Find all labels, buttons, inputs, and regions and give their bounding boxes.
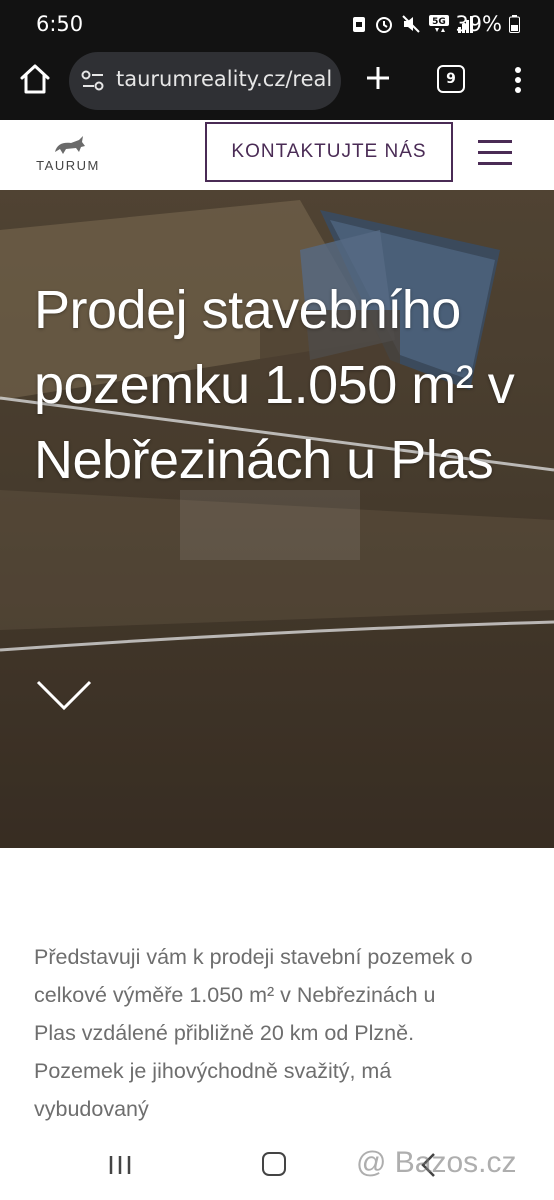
property-description: Představuji vám k prodeji stavební pozem… (34, 945, 473, 1121)
browser-toolbar: taurumreality.cz/real 9 (0, 48, 554, 120)
description-section: Představuji vám k prodeji stavební pozem… (0, 848, 554, 1138)
recent-apps-icon[interactable] (108, 1154, 132, 1176)
contact-us-button[interactable]: KONTAKTUJTE NÁS (205, 122, 453, 182)
mute-icon (402, 15, 420, 33)
notification-icon (353, 17, 365, 32)
tab-switcher-button[interactable]: 9 (437, 65, 465, 93)
status-time: 6:50 (36, 12, 84, 36)
hero-section: Prodej stavebního pozemku 1.050 m² v Neb… (0, 190, 554, 848)
battery-icon (509, 15, 520, 33)
alarm-icon (376, 17, 392, 33)
home-button[interactable] (262, 1152, 286, 1176)
svg-text:5G: 5G (432, 17, 446, 27)
url-text[interactable]: taurumreality.cz/real (116, 67, 334, 91)
home-icon[interactable] (18, 62, 52, 96)
taurum-logo[interactable]: TAURUM (33, 134, 103, 178)
system-navigation-bar: @ Bazos.cz (0, 1138, 554, 1200)
scroll-down-chevron-icon[interactable] (36, 678, 92, 712)
watermark: @ Bazos.cz (356, 1146, 517, 1179)
network-5g-icon: 5G (429, 15, 449, 32)
battery-percentage: 39% (455, 12, 502, 36)
hero-title: Prodej stavebního pozemku 1.050 m² v Neb… (34, 280, 515, 490)
site-header: TAURUM KONTAKTUJTE NÁS (0, 120, 554, 190)
address-bar[interactable]: taurumreality.cz/real (69, 52, 341, 110)
bull-logo-icon (55, 136, 85, 154)
site-settings-icon[interactable] (81, 70, 105, 92)
new-tab-icon[interactable] (364, 64, 392, 92)
hamburger-menu-icon[interactable] (478, 140, 512, 166)
logo-text: TAURUM (36, 158, 100, 173)
status-bar: 6:50 5G 39% (0, 0, 554, 48)
more-options-icon[interactable] (512, 66, 524, 94)
